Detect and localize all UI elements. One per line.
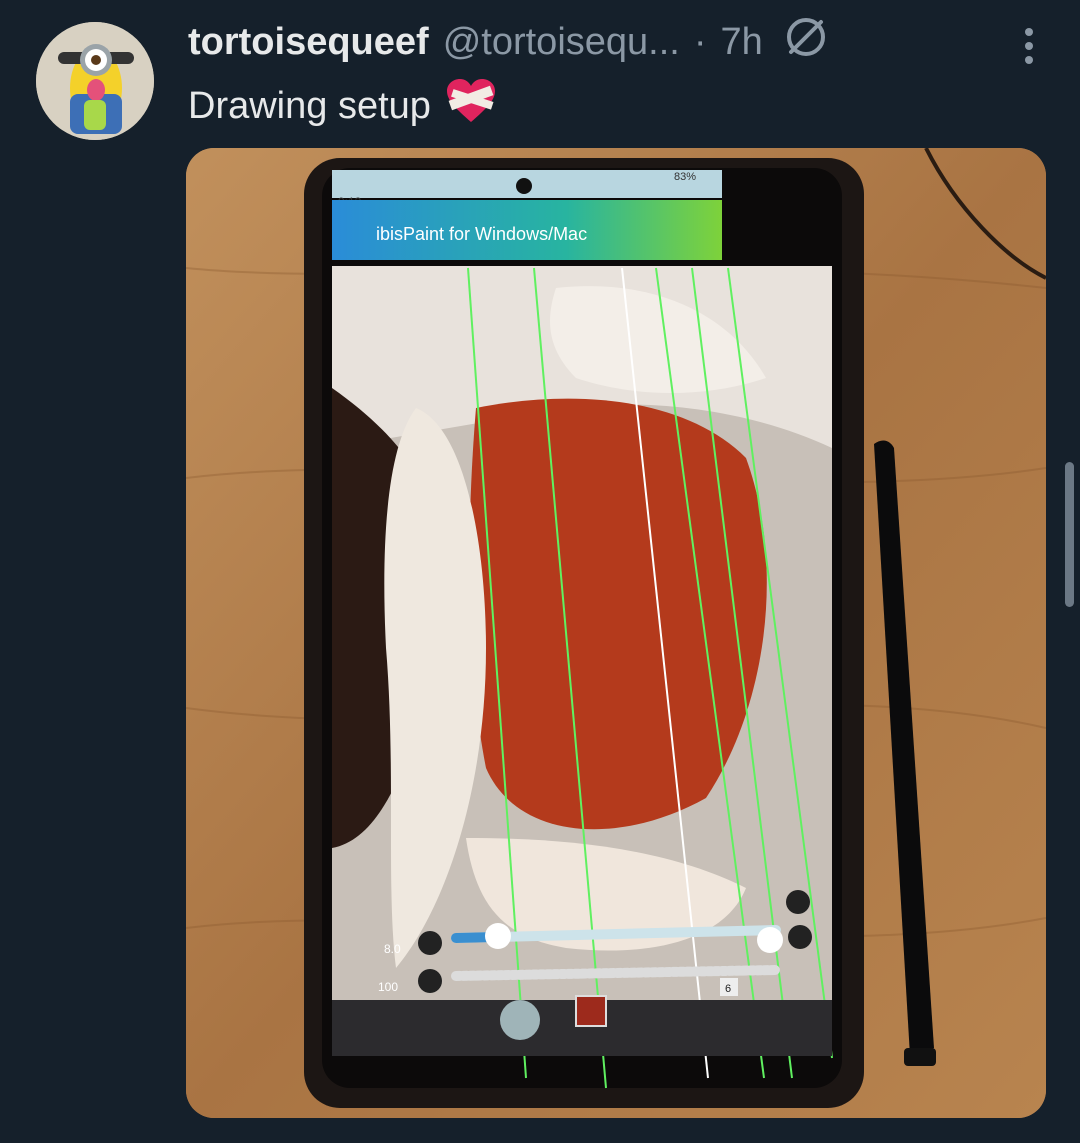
more-vertical-icon[interactable] <box>1020 26 1038 66</box>
mending-heart-icon <box>445 78 497 134</box>
timestamp[interactable]: 7h <box>721 21 763 64</box>
photo-drawing-setup: 9:13 83% ibisPaint for Windows/Mac 8.0 1… <box>186 148 1046 1118</box>
size-slider-value: 8.0 <box>384 942 401 956</box>
scrollbar[interactable] <box>1065 462 1074 607</box>
tweet-text: Drawing setup <box>188 78 497 134</box>
tweet-header: tortoisequeef @tortoisequ... · 7h <box>188 14 1080 70</box>
phone-battery: 83% <box>674 171 696 183</box>
layer-count: 6 <box>725 983 731 995</box>
tweet-body: Drawing setup <box>188 84 431 127</box>
separator: · <box>693 20 707 63</box>
tweet-photo[interactable]: 9:13 83% ibisPaint for Windows/Mac 8.0 1… <box>186 148 1046 1118</box>
no-entry-icon <box>783 14 829 70</box>
avatar-image <box>36 22 154 140</box>
display-name[interactable]: tortoisequeef <box>188 21 429 64</box>
user-handle[interactable]: @tortoisequ... <box>443 21 680 64</box>
avatar[interactable] <box>36 22 154 140</box>
opacity-slider-value: 100 <box>378 980 398 994</box>
phone-app-banner: ibisPaint for Windows/Mac <box>376 224 587 244</box>
